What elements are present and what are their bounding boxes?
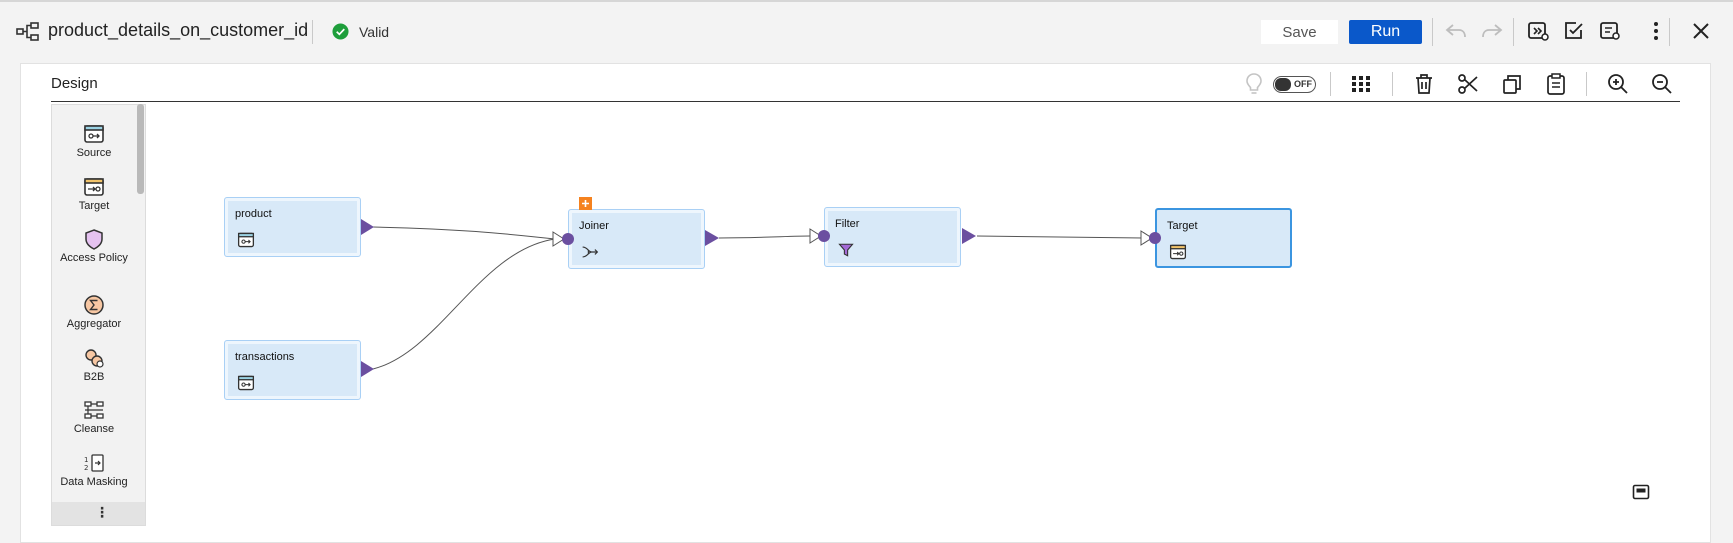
source-icon [237,232,255,248]
delete-icon[interactable] [1412,72,1436,96]
b2b-icon [85,349,104,368]
palette-item-label: Cleanse [73,423,115,435]
target-icon [1169,244,1187,260]
palette-item-label: Access Policy [60,252,128,264]
palette-item-target[interactable]: Target [52,176,136,212]
svg-text:1: 1 [84,456,88,464]
more-options-icon[interactable] [1644,19,1668,43]
palette-item-aggregator[interactable]: Aggregator [52,294,136,330]
run-button[interactable]: Run [1349,20,1422,44]
divider [1586,72,1587,96]
lightbulb-icon [1246,73,1262,94]
node-label: Joiner [579,220,609,232]
undo-icon[interactable] [1444,19,1468,43]
node-label: Target [1167,220,1198,232]
mapping-icon [16,22,39,41]
divider [312,20,313,44]
toggle-label: OFF [1294,79,1312,89]
node-filter[interactable]: Filter [824,207,961,267]
design-panel [20,63,1711,543]
save-button[interactable]: Save [1261,20,1338,44]
joiner-icon [582,246,599,258]
minimap-icon[interactable] [1632,483,1650,501]
paste-icon[interactable] [1544,72,1568,96]
node-target[interactable]: Target [1155,208,1292,268]
valid-check-icon [332,23,349,40]
node-label: transactions [235,351,295,363]
recommendations-toggle[interactable]: OFF [1273,76,1316,93]
node-product[interactable]: product [224,197,361,257]
cut-icon[interactable] [1456,72,1480,96]
source-icon [237,375,255,391]
parameters-icon[interactable] [1526,19,1550,43]
palette-item-label: B2B [83,371,105,383]
palette-item-label: Source [76,147,112,159]
divider [1432,18,1433,46]
arrange-all-icon[interactable] [1349,72,1373,96]
asset-title: product_details_on_customer_id [48,20,309,40]
palette-item-b2b[interactable]: B2B [52,347,136,383]
redo-icon[interactable] [1480,19,1504,43]
node-joiner[interactable]: Joiner [568,209,705,269]
target-icon [84,178,104,196]
divider [1513,18,1514,46]
palette-item-data-masking[interactable]: 1 2 Data Masking [52,452,136,488]
copy-icon[interactable] [1500,72,1524,96]
node-transactions[interactable]: transactions [224,340,361,400]
close-icon[interactable] [1689,19,1713,43]
svg-text:2: 2 [84,464,88,472]
properties-icon[interactable] [1598,19,1622,43]
design-header-divider [51,101,1680,102]
palette-item-cleanse[interactable]: Cleanse [52,399,136,435]
palette-item-label: Aggregator [66,318,122,330]
divider [1669,18,1670,46]
palette-item-source[interactable]: Source [52,123,136,159]
funnel-icon [838,243,854,257]
zoom-in-icon[interactable] [1606,72,1630,96]
shield-icon [85,229,103,250]
zoom-out-icon[interactable] [1650,72,1674,96]
palette-item-label: Data Masking [60,476,128,488]
toggle-knob [1275,78,1291,91]
palette-item-access-policy[interactable]: Access Policy [52,228,136,264]
validation-status: Valid [359,24,390,40]
source-icon [84,125,104,143]
transformation-palette: Source Target Access Policy Aggregator B… [51,104,146,526]
divider [1392,72,1393,96]
node-label: product [235,208,272,220]
node-label: Filter [835,218,860,230]
top-bar: product_details_on_customer_id Valid Sav… [0,0,1733,60]
design-title: Design [51,75,98,92]
validate-icon[interactable] [1562,19,1586,43]
palette-scrollbar[interactable] [137,104,144,194]
data-masking-icon: 1 2 [84,454,104,472]
divider [1330,72,1331,96]
palette-item-label: Target [78,200,110,212]
sigma-icon [84,295,104,315]
cleanse-icon [84,401,104,419]
palette-more-icon[interactable]: ⋮ [95,505,109,519]
